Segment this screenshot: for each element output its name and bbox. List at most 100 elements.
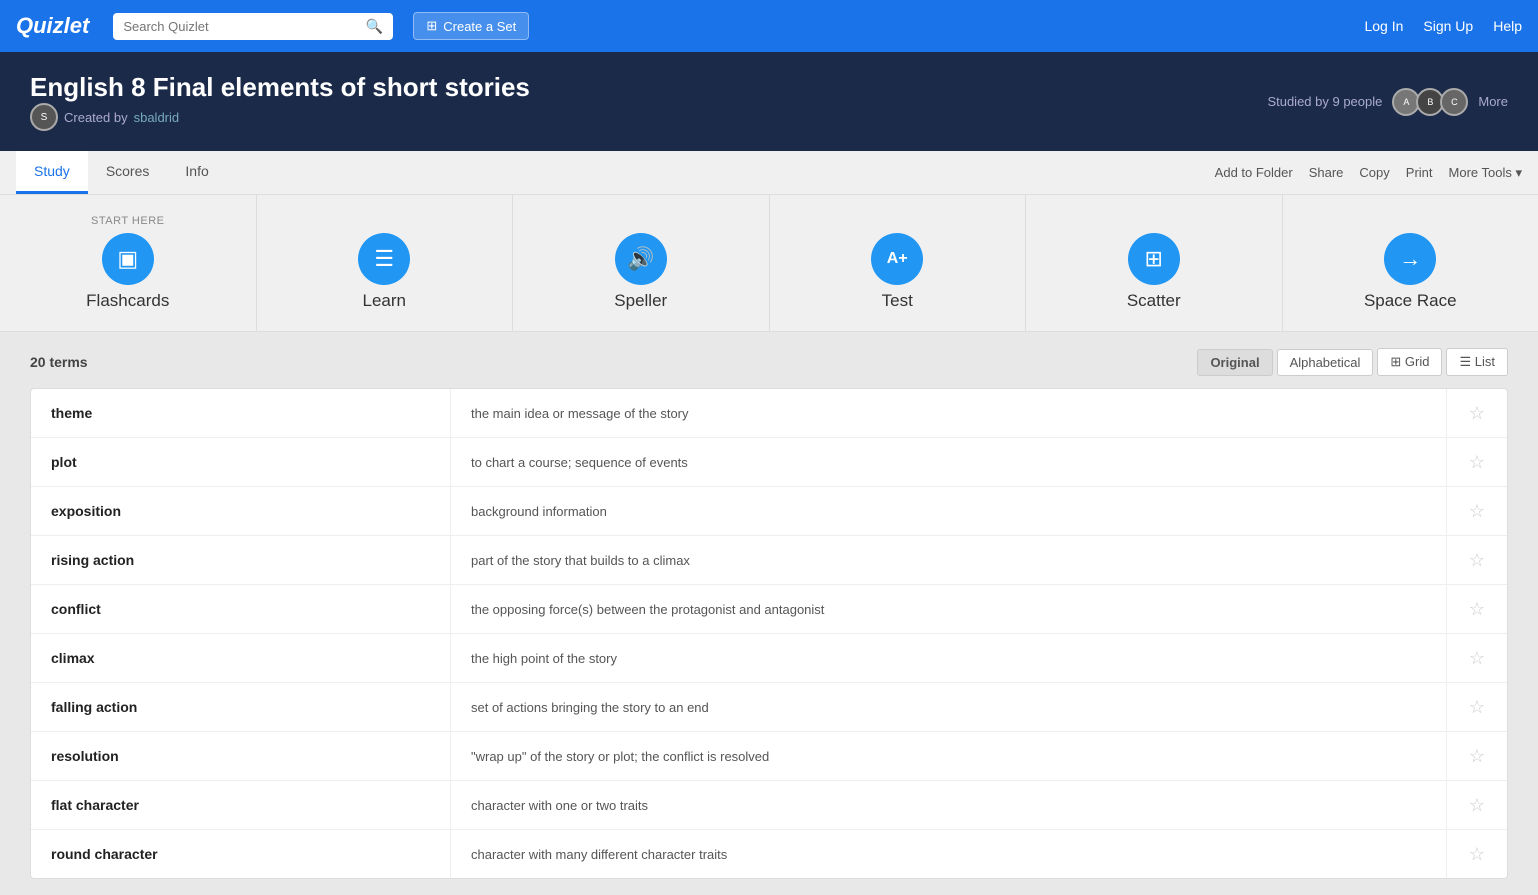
view-original-button[interactable]: Original xyxy=(1197,349,1272,376)
view-alphabetical-button[interactable]: Alphabetical xyxy=(1277,349,1374,376)
term-definition: part of the story that builds to a clima… xyxy=(451,536,1447,584)
share-button[interactable]: Share xyxy=(1309,165,1344,181)
studied-label: Studied by 9 people xyxy=(1267,94,1382,109)
header-left: English 8 Final elements of short storie… xyxy=(30,72,530,131)
star-button[interactable]: ☆ xyxy=(1447,634,1507,682)
avatar-3: C xyxy=(1440,88,1468,116)
term-word: plot xyxy=(31,438,451,486)
term-definition: the high point of the story xyxy=(451,634,1447,682)
table-row: exposition background information ☆ xyxy=(31,487,1507,536)
mode-flashcards[interactable]: START HERE ▣ Flashcards xyxy=(0,195,257,331)
study-modes: START HERE ▣ Flashcards ☰ Learn 🔊 Spelle… xyxy=(0,195,1538,332)
scatter-sublabel xyxy=(1152,215,1156,227)
mode-spacerace[interactable]: → Space Race xyxy=(1283,195,1538,331)
print-button[interactable]: Print xyxy=(1406,165,1433,181)
search-icon: 🔍 xyxy=(366,18,383,35)
login-link[interactable]: Log In xyxy=(1364,18,1403,34)
header-right: Studied by 9 people A B C More xyxy=(1267,88,1508,116)
mode-learn[interactable]: ☰ Learn xyxy=(257,195,514,331)
signup-link[interactable]: Sign Up xyxy=(1423,18,1473,34)
sub-nav-tabs: Study Scores Info xyxy=(16,151,227,194)
term-word: falling action xyxy=(31,683,451,731)
avatar-group: A B C xyxy=(1392,88,1468,116)
star-button[interactable]: ☆ xyxy=(1447,830,1507,878)
create-set-button[interactable]: ⊞ Create a Set xyxy=(413,12,529,40)
test-sublabel xyxy=(895,215,899,227)
term-definition: the opposing force(s) between the protag… xyxy=(451,585,1447,633)
table-row: flat character character with one or two… xyxy=(31,781,1507,830)
star-button[interactable]: ☆ xyxy=(1447,389,1507,437)
term-word: round character xyxy=(31,830,451,878)
more-link[interactable]: More xyxy=(1478,94,1508,109)
term-definition: "wrap up" of the story or plot; the conf… xyxy=(451,732,1447,780)
term-word: resolution xyxy=(31,732,451,780)
mode-scatter[interactable]: ⊞ Scatter xyxy=(1026,195,1283,331)
grid-icon: ⊞ xyxy=(1390,354,1401,369)
tab-study[interactable]: Study xyxy=(16,151,88,194)
speller-sublabel xyxy=(639,215,643,227)
created-by-label: Created by xyxy=(64,110,128,125)
table-row: falling action set of actions bringing t… xyxy=(31,683,1507,732)
learn-label: Learn xyxy=(363,291,406,311)
term-definition: character with one or two traits xyxy=(451,781,1447,829)
header-title-group: English 8 Final elements of short storie… xyxy=(30,72,530,131)
list-icon: ☰ xyxy=(1459,354,1471,369)
terms-header: 20 terms Original Alphabetical ⊞ Grid ☰ … xyxy=(30,348,1508,376)
spacerace-label: Space Race xyxy=(1364,291,1457,311)
flashcards-icon: ▣ xyxy=(102,233,154,285)
star-button[interactable]: ☆ xyxy=(1447,732,1507,780)
tab-info[interactable]: Info xyxy=(167,151,226,194)
table-row: climax the high point of the story ☆ xyxy=(31,634,1507,683)
terms-table: theme the main idea or message of the st… xyxy=(30,388,1508,879)
creator-avatar: S xyxy=(30,103,58,131)
term-definition: to chart a course; sequence of events xyxy=(451,438,1447,486)
mode-speller[interactable]: 🔊 Speller xyxy=(513,195,770,331)
learn-sublabel xyxy=(382,215,386,227)
table-row: rising action part of the story that bui… xyxy=(31,536,1507,585)
search-bar: 🔍 xyxy=(113,13,393,40)
term-word: flat character xyxy=(31,781,451,829)
star-button[interactable]: ☆ xyxy=(1447,585,1507,633)
star-button[interactable]: ☆ xyxy=(1447,683,1507,731)
nav-right: Log In Sign Up Help xyxy=(1364,18,1522,34)
term-word: rising action xyxy=(31,536,451,584)
spacerace-sublabel xyxy=(1408,215,1412,227)
test-icon: A+ xyxy=(871,233,923,285)
scatter-icon: ⊞ xyxy=(1128,233,1180,285)
view-grid-button[interactable]: ⊞ Grid xyxy=(1377,348,1442,376)
term-definition: character with many different character … xyxy=(451,830,1447,878)
sub-nav-actions: Add to Folder Share Copy Print More Tool… xyxy=(1215,165,1522,181)
flashcards-sublabel: START HERE xyxy=(91,215,164,227)
help-link[interactable]: Help xyxy=(1493,18,1522,34)
learn-icon: ☰ xyxy=(358,233,410,285)
logo[interactable]: Quizlet xyxy=(16,13,89,39)
tab-scores[interactable]: Scores xyxy=(88,151,168,194)
term-definition: set of actions bringing the story to an … xyxy=(451,683,1447,731)
create-set-label: Create a Set xyxy=(443,19,516,34)
terms-count: 20 terms xyxy=(30,354,88,370)
copy-button[interactable]: Copy xyxy=(1359,165,1389,181)
view-list-button[interactable]: ☰ List xyxy=(1446,348,1508,376)
search-input[interactable] xyxy=(123,19,360,34)
terms-area: 20 terms Original Alphabetical ⊞ Grid ☰ … xyxy=(0,332,1538,895)
test-label: Test xyxy=(882,291,913,311)
table-row: resolution "wrap up" of the story or plo… xyxy=(31,732,1507,781)
speller-icon: 🔊 xyxy=(615,233,667,285)
plus-icon: ⊞ xyxy=(426,18,437,34)
more-tools-button[interactable]: More Tools ▾ xyxy=(1449,165,1522,181)
star-button[interactable]: ☆ xyxy=(1447,438,1507,486)
add-to-folder-button[interactable]: Add to Folder xyxy=(1215,165,1293,181)
table-row: theme the main idea or message of the st… xyxy=(31,389,1507,438)
term-definition: background information xyxy=(451,487,1447,535)
table-row: round character character with many diff… xyxy=(31,830,1507,878)
speller-label: Speller xyxy=(614,291,667,311)
star-button[interactable]: ☆ xyxy=(1447,536,1507,584)
star-button[interactable]: ☆ xyxy=(1447,487,1507,535)
creator-name[interactable]: sbaldrid xyxy=(134,110,180,125)
mode-test[interactable]: A+ Test xyxy=(770,195,1027,331)
header-banner: English 8 Final elements of short storie… xyxy=(0,52,1538,151)
table-row: plot to chart a course; sequence of even… xyxy=(31,438,1507,487)
star-button[interactable]: ☆ xyxy=(1447,781,1507,829)
term-word: exposition xyxy=(31,487,451,535)
spacerace-icon: → xyxy=(1384,233,1436,285)
